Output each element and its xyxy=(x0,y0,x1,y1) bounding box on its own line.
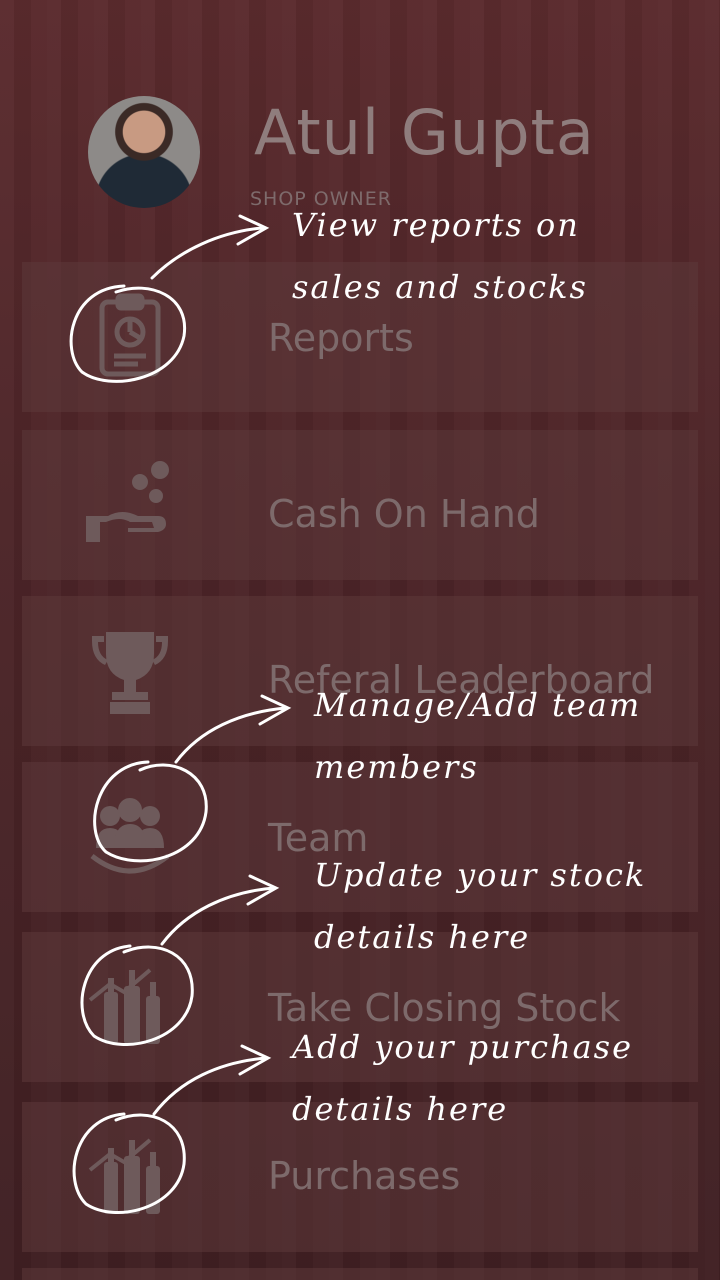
menu-label-purchases: Purchases xyxy=(268,1154,461,1198)
menu-label-take-closing-stock: Take Closing Stock xyxy=(268,986,621,1030)
menu-label-reports: Reports xyxy=(268,316,414,360)
cash-hand-icon xyxy=(82,456,178,552)
menu-label-cash-on-hand: Cash On Hand xyxy=(268,492,540,536)
profile-header: Atul Gupta SHOP OWNER xyxy=(0,0,720,230)
bottles-stock-icon xyxy=(82,956,178,1052)
annotation-purchase-line2: details here xyxy=(292,1090,509,1128)
annotation-stock-line2: details here xyxy=(314,918,531,956)
menu-item-partial[interactable] xyxy=(22,1268,698,1280)
trophy-icon xyxy=(82,624,178,720)
bottles-purchase-icon xyxy=(82,1126,178,1222)
annotation-stock-line1: Update your stock xyxy=(314,856,647,894)
menu-item-cash-on-hand[interactable]: Cash On Hand xyxy=(22,430,698,580)
reports-clipboard-icon xyxy=(82,288,178,384)
avatar[interactable] xyxy=(88,96,200,208)
annotation-reports-line1: View reports on xyxy=(292,206,580,244)
annotation-team-line1: Manage/Add team xyxy=(314,686,642,724)
annotation-purchase-line1: Add your purchase xyxy=(292,1028,634,1066)
user-name: Atul Gupta xyxy=(254,96,595,169)
team-icon xyxy=(82,790,178,886)
annotation-reports-line2: sales and stocks xyxy=(292,268,588,306)
annotation-team-line2: members xyxy=(314,748,479,786)
menu-label-team: Team xyxy=(268,816,369,860)
